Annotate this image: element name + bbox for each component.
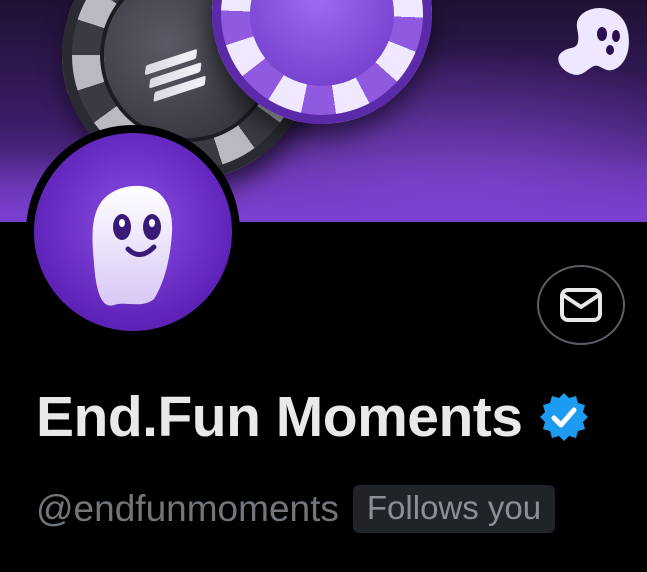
profile-handle-row: @endfunmoments Follows you xyxy=(36,484,556,534)
ghost-mascot-icon xyxy=(558,8,629,75)
display-name: End.Fun Moments xyxy=(36,385,523,449)
profile-name-row: End.Fun Moments xyxy=(36,382,590,452)
verified-badge-icon[interactable] xyxy=(538,391,590,443)
follows-you-badge: Follows you xyxy=(352,485,556,533)
username-handle: @endfunmoments xyxy=(36,488,339,529)
message-button[interactable] xyxy=(537,265,625,345)
envelope-icon xyxy=(560,288,602,322)
ghost-icon xyxy=(92,185,173,306)
avatar[interactable] xyxy=(34,133,232,331)
